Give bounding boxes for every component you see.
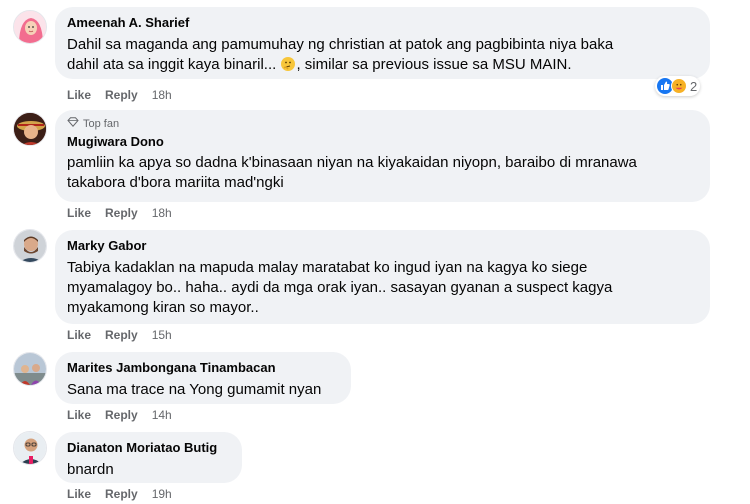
user-avatar-icon bbox=[14, 113, 46, 145]
comment-timestamp[interactable]: 19h bbox=[152, 486, 172, 502]
user-avatar-icon bbox=[14, 353, 46, 385]
avatar[interactable] bbox=[13, 431, 47, 465]
comment-actions: Like Reply 18h bbox=[67, 87, 172, 103]
comment-bubble: Ameenah A. Sharief Dahil sa maganda ang … bbox=[55, 7, 710, 79]
top-fan-badge: Top fan bbox=[67, 117, 698, 131]
comment-bubble: Top fan Mugiwara Dono pamliin ka apya so… bbox=[55, 110, 710, 202]
comment-text: Tabiya kadaklan na mapuda malay marataba… bbox=[67, 259, 613, 316]
user-avatar-icon bbox=[14, 432, 46, 464]
thinking-face-icon bbox=[280, 56, 296, 72]
diamond-icon bbox=[67, 117, 79, 131]
comment-actions: Like Reply 18h bbox=[67, 205, 172, 221]
comment-author[interactable]: Ameenah A. Sharief bbox=[67, 14, 698, 31]
hijab-avatar-icon bbox=[14, 11, 46, 43]
comment-actions: Like Reply 14h bbox=[67, 407, 172, 423]
comment-timestamp[interactable]: 18h bbox=[152, 205, 172, 221]
comment-timestamp[interactable]: 18h bbox=[152, 87, 172, 103]
comment-bubble: Marky Gabor Tabiya kadaklan na mapuda ma… bbox=[55, 230, 710, 324]
reply-button[interactable]: Reply bbox=[105, 327, 138, 343]
reaction-count: 2 bbox=[690, 78, 698, 94]
comment-bubble: Marites Jambongana Tinambacan Sana ma tr… bbox=[55, 352, 351, 404]
reply-button[interactable]: Reply bbox=[105, 205, 138, 221]
avatar[interactable] bbox=[13, 229, 47, 263]
comment-actions: Like Reply 19h bbox=[67, 486, 172, 502]
comment-text: bnardn bbox=[67, 461, 114, 478]
reply-button[interactable]: Reply bbox=[105, 486, 138, 502]
like-button[interactable]: Like bbox=[67, 486, 91, 502]
care-icon bbox=[671, 78, 687, 94]
comment-timestamp[interactable]: 15h bbox=[152, 327, 172, 343]
like-button[interactable]: Like bbox=[67, 87, 91, 103]
comment-author[interactable]: Marky Gabor bbox=[67, 237, 698, 254]
comment-author[interactable]: Marites Jambongana Tinambacan bbox=[67, 359, 339, 376]
like-button[interactable]: Like bbox=[67, 327, 91, 343]
comment-timestamp[interactable]: 14h bbox=[152, 407, 172, 423]
comment-author[interactable]: Dianaton Moriatao Butig bbox=[67, 439, 230, 456]
reply-button[interactable]: Reply bbox=[105, 407, 138, 423]
comment-author[interactable]: Mugiwara Dono bbox=[67, 133, 698, 150]
like-button[interactable]: Like bbox=[67, 205, 91, 221]
user-avatar-icon bbox=[14, 230, 46, 262]
avatar[interactable] bbox=[13, 10, 47, 44]
reaction-summary[interactable]: 2 bbox=[655, 76, 701, 96]
comment-actions: Like Reply 15h bbox=[67, 327, 172, 343]
reply-button[interactable]: Reply bbox=[105, 87, 138, 103]
comment-text: Dahil sa maganda ang pamumuhay ng christ… bbox=[67, 36, 614, 73]
like-button[interactable]: Like bbox=[67, 407, 91, 423]
comment-text: pamliin ka apya so dadna k'binasaan niya… bbox=[67, 154, 637, 191]
avatar[interactable] bbox=[13, 112, 47, 146]
comment-bubble: Dianaton Moriatao Butig bnardn bbox=[55, 432, 242, 483]
avatar[interactable] bbox=[13, 352, 47, 386]
comment-text: Sana ma trace na Yong gumamit nyan bbox=[67, 381, 322, 398]
